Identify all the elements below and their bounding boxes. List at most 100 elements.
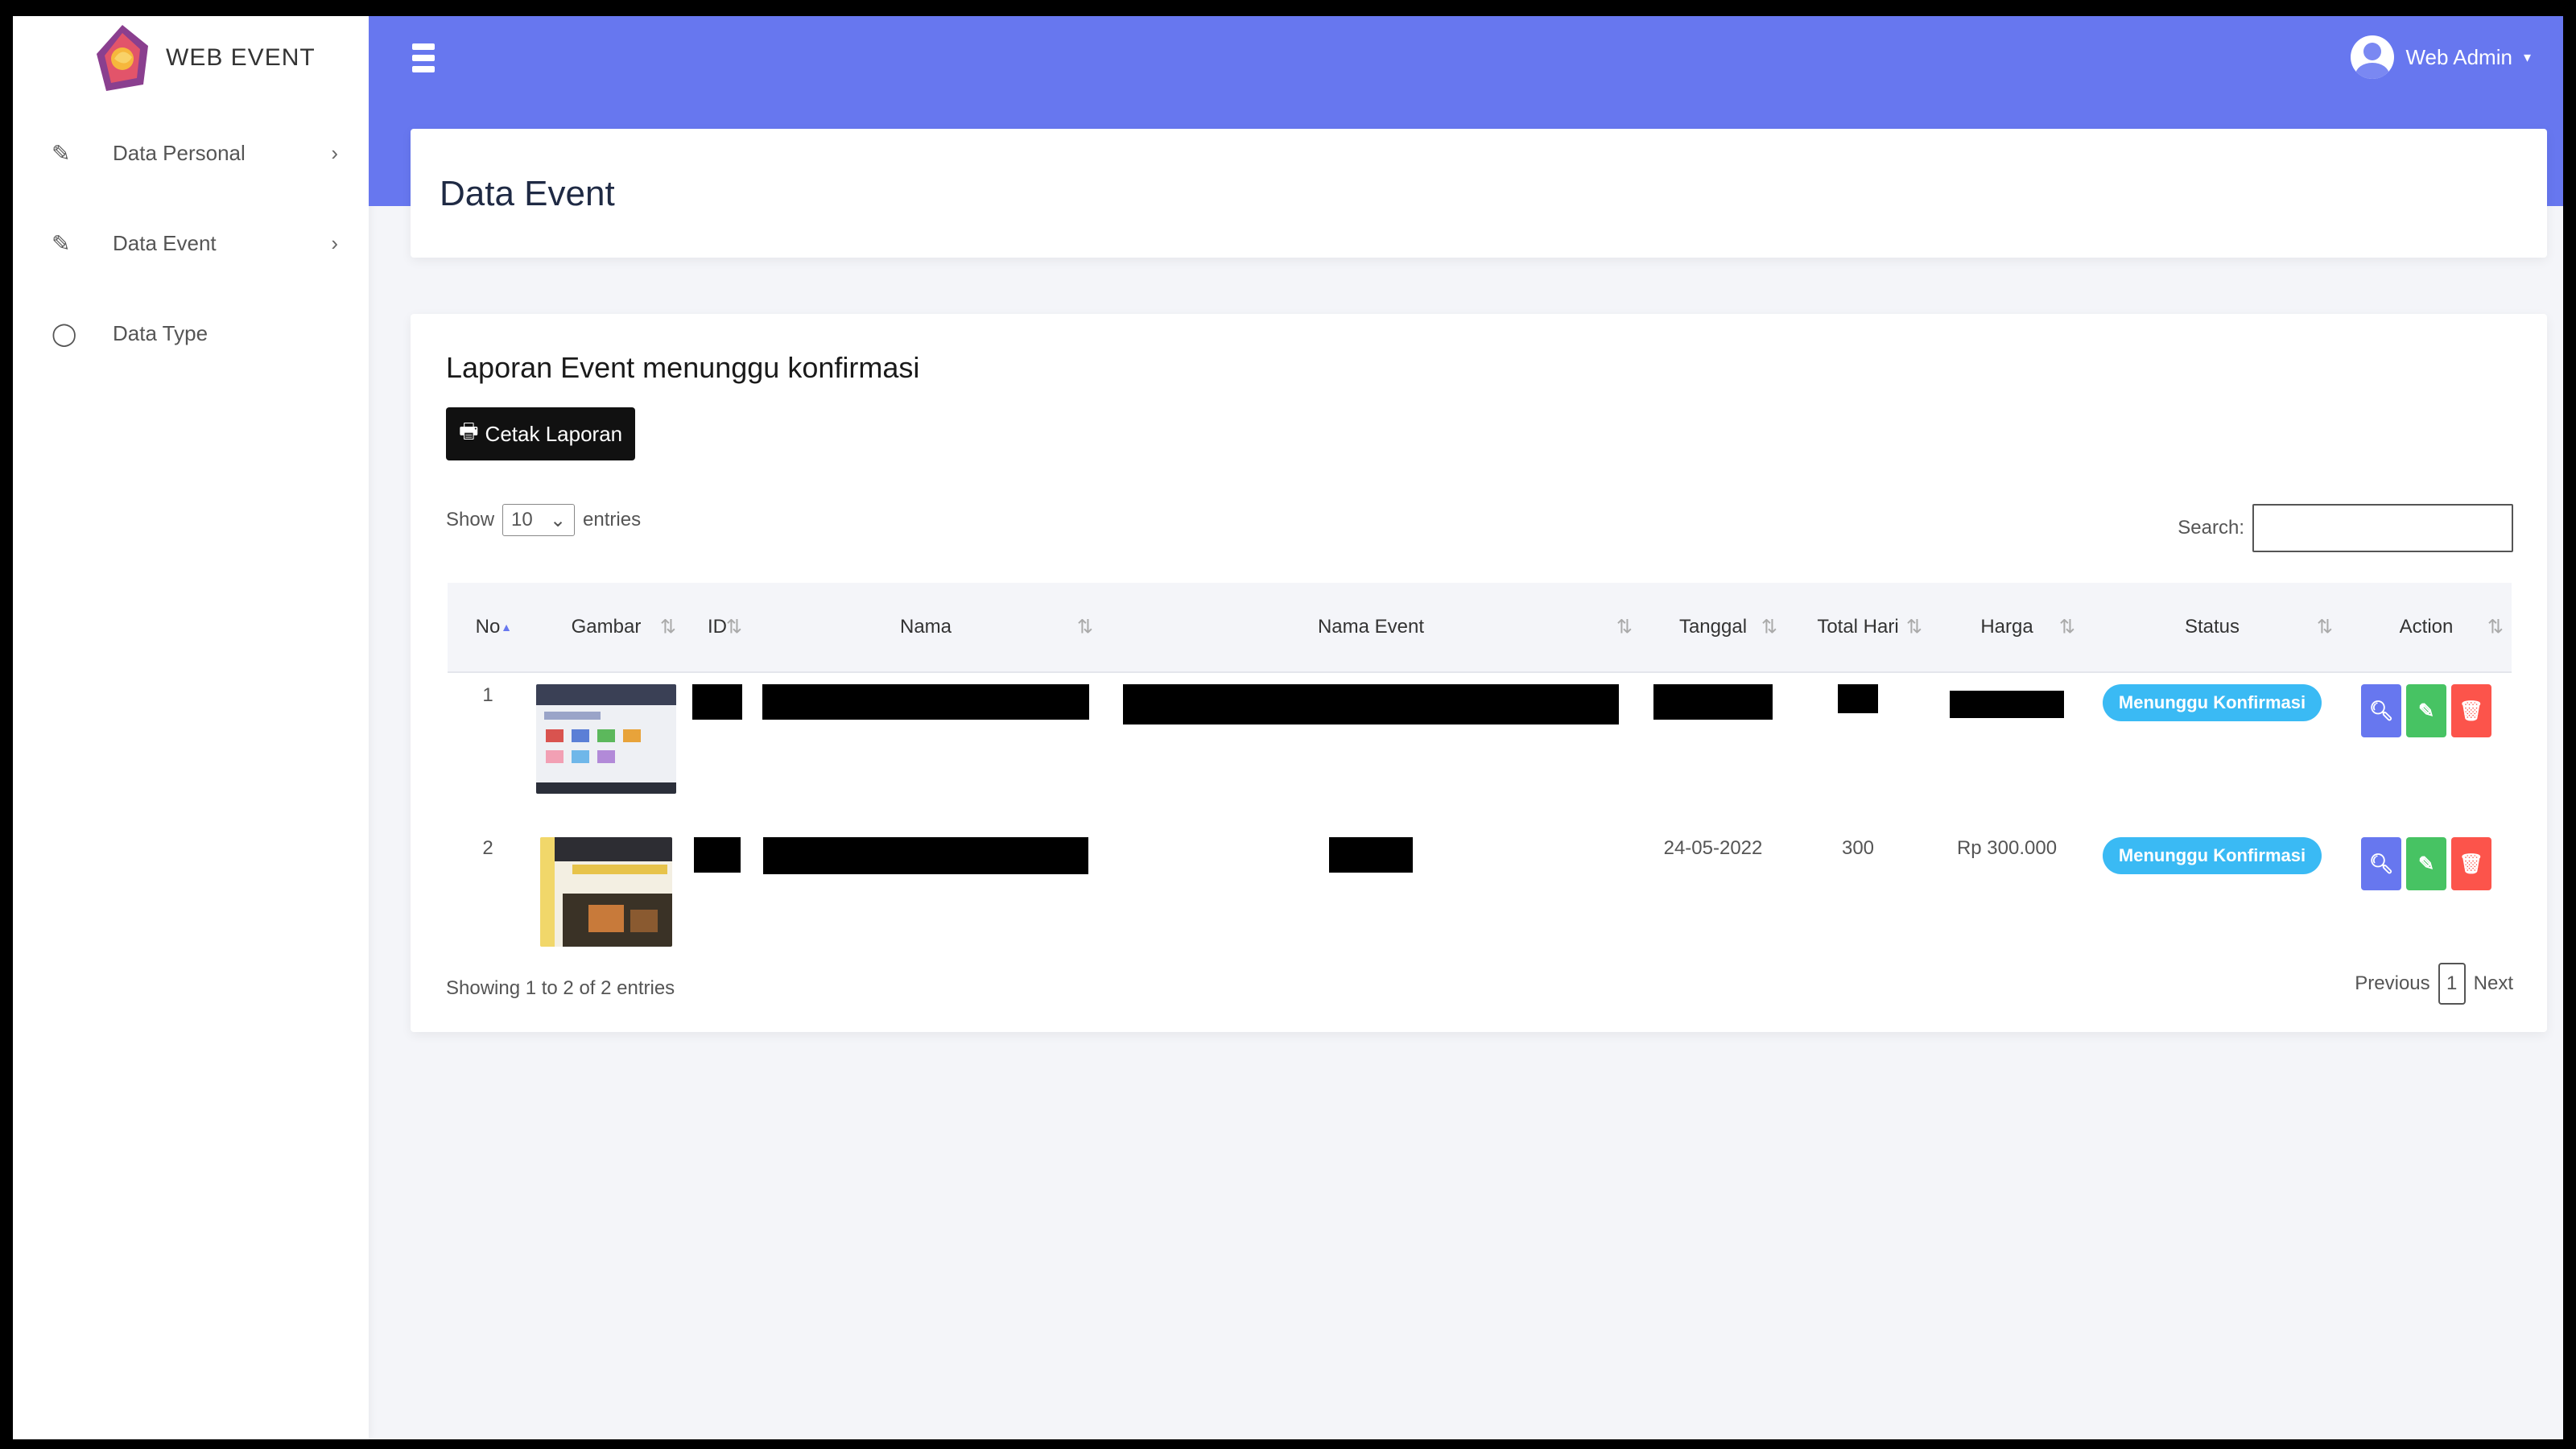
redacted-block	[1950, 691, 2064, 718]
chevron-down-icon: ⌄	[549, 509, 567, 531]
cell-harga	[1930, 672, 2083, 826]
column-header-harga[interactable]: Harga ⇅	[1930, 583, 2083, 673]
app-window: WEB EVENT ✎ Data Personal › ✎ Data Event…	[13, 16, 2563, 1439]
chevron-right-icon: ›	[331, 230, 338, 255]
search-label: Search:	[2178, 517, 2244, 539]
redacted-block	[762, 684, 1089, 720]
redacted-block	[694, 837, 741, 873]
edit-button[interactable]: ✎	[2406, 684, 2446, 737]
sidebar-item-data-personal[interactable]: ✎ Data Personal ›	[52, 129, 357, 177]
page-button[interactable]: 1	[2438, 963, 2466, 1005]
column-header-total-hari[interactable]: Total Hari ⇅	[1785, 583, 1930, 673]
column-header-tanggal[interactable]: Tanggal ⇅	[1641, 583, 1785, 673]
search-input[interactable]	[2252, 504, 2513, 552]
cell-no: 2	[482, 837, 493, 859]
edit-icon: ✎	[2417, 852, 2435, 875]
view-button[interactable]: 🔍︎	[2361, 684, 2401, 737]
trash-icon: 🗑︎	[2458, 852, 2484, 875]
search-icon: 🔍︎	[2368, 852, 2394, 875]
show-label: Show	[446, 509, 495, 530]
ui-screenshot-thumbnail[interactable]	[536, 684, 676, 794]
sidebar: WEB EVENT ✎ Data Personal › ✎ Data Event…	[13, 16, 369, 1439]
cell-total-hari: 300	[1841, 837, 1875, 859]
page-header: Data Event	[411, 129, 2547, 258]
cell-tanggal: 24-05-2022	[1663, 837, 1763, 859]
print-report-button[interactable]: 🖶 Cetak Laporan	[446, 407, 636, 460]
room-photo-thumbnail[interactable]	[540, 837, 672, 947]
cell-total-hari	[1785, 672, 1930, 826]
print-report-label: Cetak Laporan	[485, 421, 623, 446]
chevron-right-icon: ›	[331, 140, 338, 165]
cell-nama	[750, 826, 1101, 979]
cell-action: 🔍︎ ✎ 🗑︎	[2341, 826, 2512, 979]
column-header-no[interactable]: No ▲	[448, 583, 528, 673]
column-header-nama[interactable]: Nama ⇅	[750, 583, 1101, 673]
cell-action: 🔍︎ ✎ 🗑︎	[2341, 672, 2512, 826]
previous-button[interactable]: Previous	[2355, 972, 2429, 995]
cell-status: Menunggu Konfirmasi	[2083, 672, 2341, 826]
search-icon: 🔍︎	[2368, 700, 2394, 722]
entries-select[interactable]: 10 ⌄	[502, 504, 576, 536]
status-badge[interactable]: Menunggu Konfirmasi	[2102, 837, 2322, 874]
view-button[interactable]: 🔍︎	[2361, 837, 2401, 890]
column-header-nama-event[interactable]: Nama Event ⇅	[1101, 583, 1641, 673]
cell-tanggal	[1641, 672, 1785, 826]
card-title: Laporan Event menunggu konfirmasi	[446, 351, 920, 384]
user-name: Web Admin	[2405, 44, 2512, 69]
event-table: No ▲ Gambar ⇅ ID ⇅ Nama ⇅ Nama Event ⇅ Tangga…	[448, 583, 2512, 979]
edit-button[interactable]: ✎	[2406, 837, 2446, 890]
table-info: Showing 1 to 2 of 2 entries	[446, 977, 675, 999]
sidebar-item-data-type[interactable]: ◯ Data Type	[52, 309, 357, 357]
entries-length-control: Show 10 ⌄ entries	[446, 504, 641, 536]
caret-down-icon: ▾	[2523, 48, 2531, 65]
redacted-block	[763, 837, 1088, 874]
next-button[interactable]: Next	[2474, 972, 2513, 995]
table-search: Search:	[2178, 504, 2513, 552]
sidebar-item-data-event[interactable]: ✎ Data Event ›	[52, 219, 357, 267]
edit-icon: ✎	[52, 230, 71, 256]
cell-id	[684, 826, 750, 979]
redacted-block	[1838, 684, 1878, 713]
edit-icon: ✎	[2417, 700, 2435, 722]
cell-nama-event	[1101, 826, 1641, 979]
delete-button[interactable]: 🗑︎	[2451, 837, 2491, 890]
column-header-action[interactable]: Action ⇅	[2341, 583, 2512, 673]
cell-id	[684, 672, 750, 826]
table-row: 2 24-05-2022 300 Rp 300.000 Menunggu Kon…	[448, 826, 2512, 979]
edit-icon: ✎	[52, 140, 71, 166]
circle-icon: ◯	[52, 320, 77, 346]
cell-gambar	[528, 672, 684, 826]
cell-nama-event	[1101, 672, 1641, 826]
logo-icon	[97, 25, 148, 91]
report-card: Laporan Event menunggu konfirmasi 🖶 Ceta…	[411, 314, 2547, 1032]
table-row: 1 Menunggu Konfirmasi 🔍︎ ✎ 🗑︎	[448, 672, 2512, 826]
app-title: WEB EVENT	[166, 44, 316, 71]
sidebar-item-label: Data Event	[113, 230, 217, 255]
redacted-block	[1653, 684, 1773, 720]
cell-nama	[750, 672, 1101, 826]
pagination: Previous 1 Next	[2355, 963, 2513, 1005]
cell-status: Menunggu Konfirmasi	[2083, 826, 2341, 979]
avatar	[2351, 35, 2395, 79]
user-menu[interactable]: Web Admin ▾	[2351, 35, 2531, 79]
status-badge[interactable]: Menunggu Konfirmasi	[2102, 684, 2322, 721]
cell-no: 1	[482, 684, 493, 706]
column-header-id[interactable]: ID ⇅	[684, 583, 750, 673]
sidebar-item-label: Data Personal	[113, 140, 246, 165]
trash-icon: 🗑︎	[2458, 700, 2484, 722]
sidebar-item-label: Data Type	[113, 320, 208, 345]
column-header-gambar[interactable]: Gambar ⇅	[528, 583, 684, 673]
menu-toggle-icon[interactable]	[412, 43, 435, 72]
redacted-block	[692, 684, 742, 720]
page-title: Data Event	[440, 174, 615, 213]
cell-gambar	[528, 826, 684, 979]
brand[interactable]: WEB EVENT	[90, 18, 316, 98]
column-header-status[interactable]: Status ⇅	[2083, 583, 2341, 673]
delete-button[interactable]: 🗑︎	[2451, 684, 2491, 737]
redacted-block	[1123, 684, 1619, 724]
printer-icon: 🖶	[459, 419, 479, 443]
table-header-row: No ▲ Gambar ⇅ ID ⇅ Nama ⇅ Nama Event ⇅ Tangga…	[448, 583, 2512, 673]
entries-value: 10	[511, 509, 533, 530]
cell-harga: Rp 300.000	[1956, 837, 2058, 859]
redacted-block	[1329, 837, 1413, 873]
